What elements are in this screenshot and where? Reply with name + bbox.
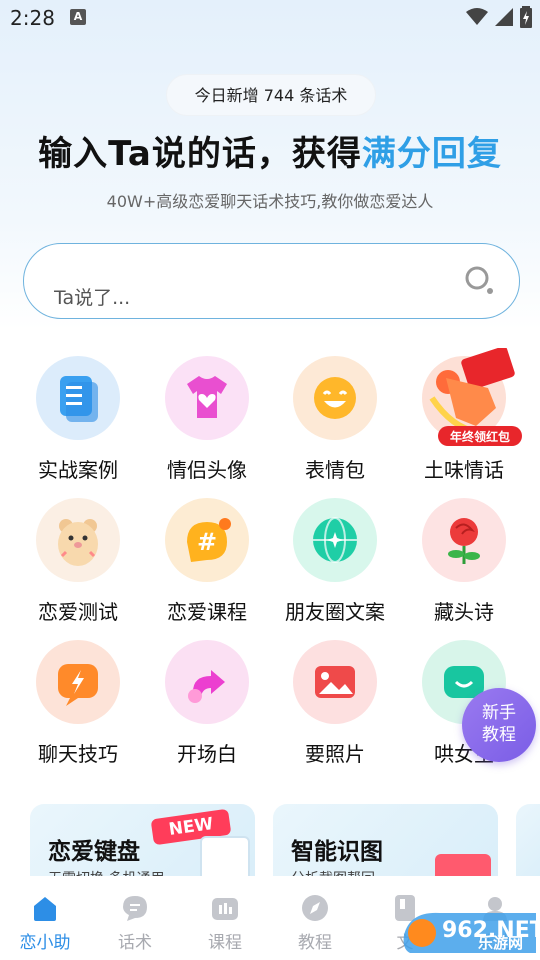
document-icon: [36, 356, 120, 440]
headline-highlight: 满分回复: [361, 134, 502, 174]
card-partial[interactable]: [516, 804, 540, 880]
headline: 输入Ta说的话，获得满分回复: [0, 126, 540, 175]
status-time: 2:28: [10, 6, 55, 30]
new-user-tutorial-button[interactable]: 新手 教程: [462, 688, 536, 762]
phone-illustration: [200, 836, 250, 880]
today-new-badge: 今日新增 744 条话术: [166, 74, 376, 116]
grid-item-opening-lines[interactable]: 开场白: [143, 640, 271, 770]
grid-label: 表情包: [305, 458, 365, 482]
home-icon: [34, 897, 56, 921]
grid-label: 开场白: [177, 742, 237, 766]
wifi-icon: [466, 8, 488, 25]
grid-item-love-test[interactable]: 恋爱测试: [14, 498, 142, 628]
tab-label: 课程: [208, 933, 242, 953]
chat-bubble-icon: [123, 896, 147, 921]
hashtag-bubble-icon: #: [165, 498, 249, 582]
grid-label: 情侣头像: [167, 458, 247, 482]
tshirt-heart-icon: [165, 356, 249, 440]
grid-item-acrostic-poem[interactable]: 藏头诗: [400, 498, 528, 628]
tab-scripts[interactable]: 话术: [90, 876, 180, 960]
grid-label: 要照片: [305, 742, 365, 766]
card-love-keyboard[interactable]: 恋爱键盘 无需切换 多机通用 NEW: [30, 804, 255, 880]
battery-icon: [520, 6, 532, 28]
grid-item-stickers[interactable]: 表情包: [271, 356, 399, 486]
grid-item-couple-avatar[interactable]: 情侣头像: [143, 356, 271, 486]
red-envelope-icon: 年终领红包: [429, 348, 522, 446]
card-title: 智能识图: [291, 839, 383, 865]
globe-icon: [293, 498, 377, 582]
arrow-up-icon: [165, 640, 249, 724]
grid-item-moments-copy[interactable]: 朋友圈文案: [271, 498, 399, 628]
headline-main: 输入Ta说的话，获得: [38, 134, 362, 174]
bear-icon: [36, 498, 120, 582]
rose-icon: [422, 498, 506, 582]
photo-icon: [293, 640, 377, 724]
signal-icon: [495, 8, 513, 26]
tab-label: 教程: [298, 933, 332, 953]
lightning-chat-icon: [36, 640, 120, 724]
tab-label: 恋小助: [19, 933, 71, 953]
grid-label: 藏头诗: [434, 600, 494, 624]
grid-label: 实战案例: [38, 458, 118, 482]
grid-label: 恋爱测试: [38, 600, 118, 624]
search-box[interactable]: [23, 243, 520, 319]
watermark-sub: 乐游网: [478, 934, 524, 952]
grid-label: 聊天技巧: [38, 742, 118, 766]
tab-tutorial[interactable]: 教程: [270, 876, 360, 960]
grid-label: 恋爱课程: [167, 600, 247, 624]
card-title: 恋爱键盘: [48, 839, 140, 865]
red-envelope-badge: 年终领红包: [450, 429, 510, 444]
grid-label: 土味情话: [424, 458, 504, 482]
grid-item-ask-photos[interactable]: 要照片: [271, 640, 399, 770]
compass-icon: [302, 895, 328, 921]
grid-item-chat-skills[interactable]: 聊天技巧: [14, 640, 142, 770]
tutorial-line2: 教程: [482, 725, 516, 745]
tab-label: 话术: [118, 933, 152, 953]
grid-label: 朋友圈文案: [285, 600, 385, 624]
smile-emoji-icon: [293, 356, 377, 440]
status-bar: 2:28 A: [0, 0, 540, 40]
tab-home[interactable]: 恋小助: [0, 876, 90, 960]
tab-courses[interactable]: 课程: [180, 876, 270, 960]
card-smart-image-recognition[interactable]: 智能识图 分析截图帮回: [273, 804, 498, 880]
course-icon: [212, 898, 238, 920]
tutorial-line1: 新手: [482, 703, 516, 723]
grid-item-cases[interactable]: 实战案例: [14, 356, 142, 486]
status-icons: [466, 6, 532, 28]
grid-item-love-course[interactable]: # 恋爱课程: [143, 498, 271, 628]
subtitle: 40W+高级恋爱聊天话术技巧,教你做恋爱达人: [106, 192, 434, 211]
search-icon[interactable]: [463, 264, 495, 296]
notification-icon: A: [70, 9, 86, 25]
grid-item-love-quotes[interactable]: 年终领红包 土味情话: [400, 348, 528, 486]
svg-text:#: #: [197, 528, 217, 556]
search-input[interactable]: [54, 284, 434, 312]
